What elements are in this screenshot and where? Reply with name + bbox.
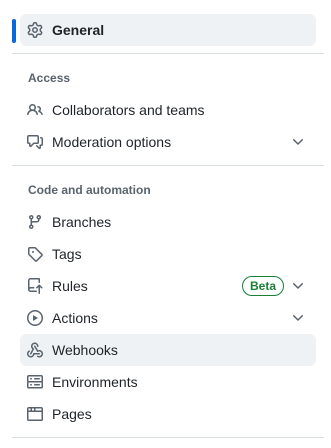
sidebar-item-rules[interactable]: Rules Beta [20,270,316,302]
divider [12,437,324,438]
section-heading-code-and-automation: Code and automation [28,183,151,197]
sidebar-item-label: Actions [52,310,98,326]
divider [12,165,324,166]
server-icon [27,375,43,389]
people-icon [27,103,43,116]
sidebar-item-environments[interactable]: Environments [20,366,316,398]
sidebar-item-tags[interactable]: Tags [20,238,316,270]
chevron-down-icon[interactable] [290,134,306,150]
sidebar-item-label: Tags [52,246,82,262]
chevron-down-icon[interactable] [290,310,306,326]
gear-icon [27,22,43,38]
sidebar-item-general[interactable]: General [20,14,316,46]
sidebar-item-label: Rules [52,278,88,294]
sidebar-item-label: Moderation options [52,134,172,150]
beta-badge: Beta [241,276,284,296]
sidebar-item-label: Environments [52,374,138,390]
play-icon [27,310,43,326]
git-branch-icon [28,215,41,230]
chevron-down-icon[interactable] [290,278,306,294]
sidebar-item-label: Branches [52,214,112,230]
selected-indicator [12,19,16,43]
sidebar-item-collaborators[interactable]: Collaborators and teams [20,94,316,126]
sidebar-item-actions[interactable]: Actions [20,302,316,334]
sidebar-item-webhooks[interactable]: Webhooks [20,334,316,366]
webhook-icon [27,342,43,358]
divider [12,53,324,54]
sidebar-item-label: Pages [52,406,92,422]
sidebar-item-label: Collaborators and teams [52,102,205,118]
sidebar-item-moderation-options[interactable]: Moderation options [20,126,316,158]
browser-icon [27,407,43,421]
comment-discussion-icon [27,135,43,149]
section-heading-access: Access [28,71,71,85]
repo-push-icon [28,278,43,294]
sidebar-item-pages[interactable]: Pages [20,398,316,430]
sidebar-item-label: General [52,22,105,38]
sidebar-item-label: Webhooks [52,342,118,358]
sidebar-item-branches[interactable]: Branches [20,206,316,238]
tag-icon [28,247,43,262]
